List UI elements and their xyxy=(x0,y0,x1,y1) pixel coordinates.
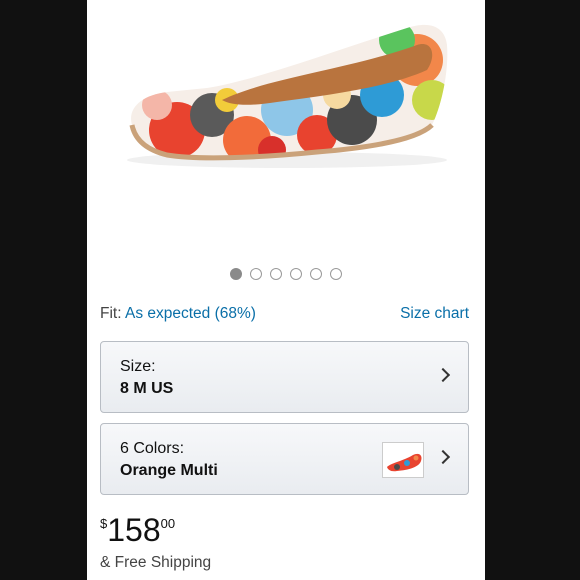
fit-label: Fit: xyxy=(100,305,122,322)
size-label: Size: xyxy=(120,358,156,375)
fit-value-link[interactable]: As expected (68%) xyxy=(125,305,256,322)
color-count-label: 6 Colors: xyxy=(120,440,185,457)
price-fraction: 00 xyxy=(160,516,176,531)
pagination-dot[interactable] xyxy=(270,268,282,280)
pagination-dot[interactable] xyxy=(310,268,322,280)
pagination-dot[interactable] xyxy=(330,268,342,280)
product-screen: Fit: As expected (68%) Size chart Size: … xyxy=(87,0,485,580)
shoe-image xyxy=(127,24,448,168)
fit-row: Fit: As expected (68%) Size chart xyxy=(100,305,469,323)
fit-info: Fit: As expected (68%) xyxy=(100,305,256,323)
pagination-dot[interactable] xyxy=(230,268,242,280)
product-image[interactable] xyxy=(87,0,485,260)
image-pagination xyxy=(87,268,485,280)
chevron-right-icon xyxy=(435,449,451,465)
size-value: 8 M US xyxy=(120,380,174,397)
size-chart-link[interactable]: Size chart xyxy=(400,305,469,323)
price: $15800 xyxy=(100,512,175,549)
color-selector[interactable]: 6 Colors: Orange Multi xyxy=(100,423,469,495)
shipping-text: & Free Shipping xyxy=(100,554,212,571)
size-selector[interactable]: Size: 8 M US xyxy=(100,341,469,413)
color-value: Orange Multi xyxy=(120,462,218,479)
price-whole: 158 xyxy=(107,512,161,548)
pagination-dot[interactable] xyxy=(250,268,262,280)
chevron-right-icon xyxy=(435,367,451,383)
pagination-dot[interactable] xyxy=(290,268,302,280)
price-currency: $ xyxy=(100,516,108,531)
color-swatch-thumbnail xyxy=(382,442,424,478)
